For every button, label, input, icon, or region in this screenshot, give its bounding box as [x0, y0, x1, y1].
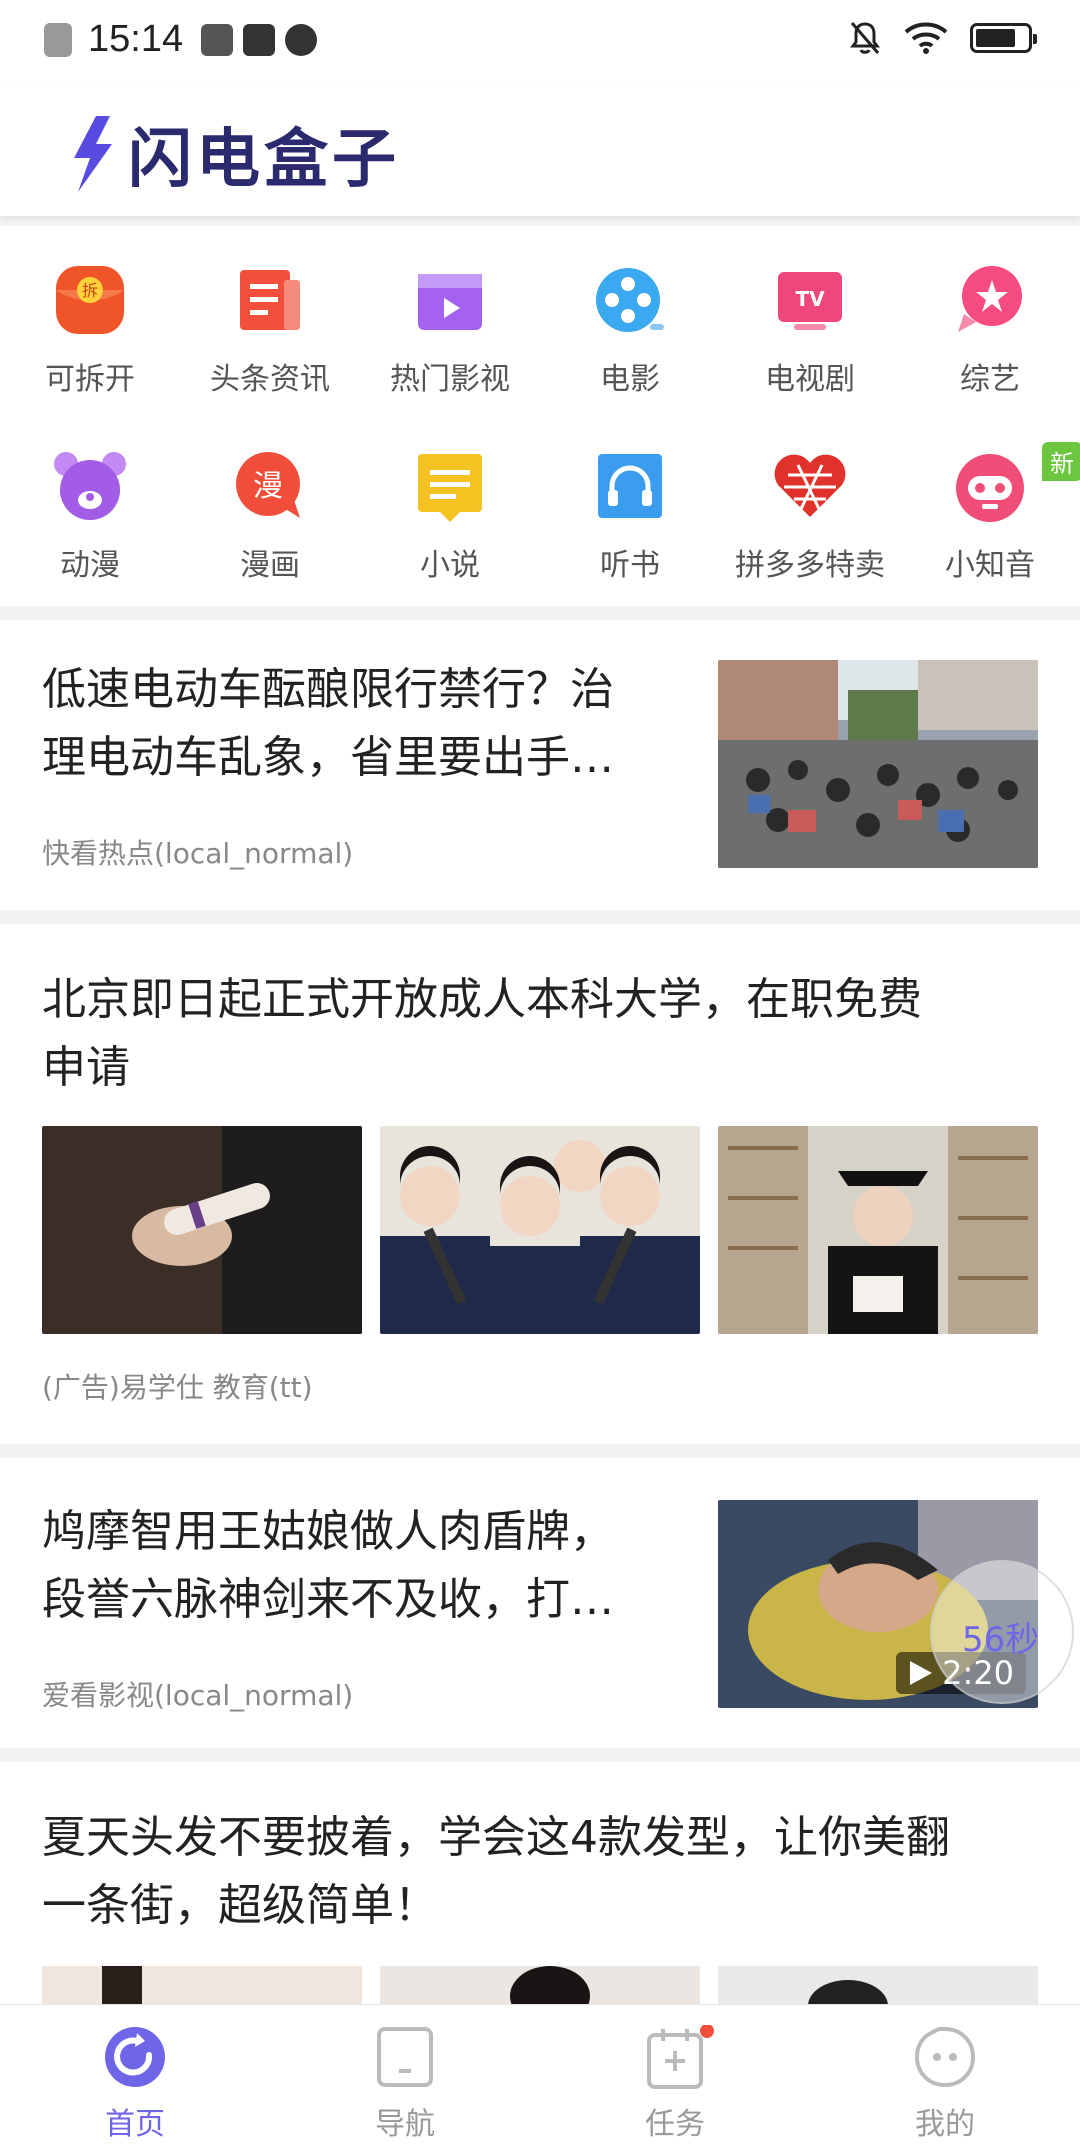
app-header: 闪电盒子	[0, 84, 1080, 216]
grid-label: 头条资讯	[210, 362, 330, 397]
grid-label: 可拆开	[45, 362, 135, 397]
news-source: 快看热点(local_normal)	[42, 837, 354, 870]
variety-star-icon	[952, 262, 1028, 338]
timer-text: 56秒	[962, 1620, 1040, 1660]
red-envelope-icon: 拆	[52, 262, 128, 338]
nav-label: 任务	[645, 2107, 705, 2142]
grid-item-movie[interactable]: 电影	[540, 262, 720, 398]
profile-icon	[913, 2025, 977, 2089]
comic-glyph: 漫	[253, 469, 283, 504]
news-card[interactable]: 低速电动车酝酿限行禁行？治 理电动车乱象，省里要出手… 快看热点(local_n…	[0, 620, 1080, 910]
bear-icon	[52, 448, 128, 524]
grid-label: 拼多多特卖	[735, 548, 885, 583]
nav-home[interactable]: 首页	[45, 2025, 225, 2143]
pinduoduo-heart-icon	[772, 448, 848, 524]
news-card[interactable]: 北京即日起正式开放成人本科大学，在职免费 申请 (广告)易学仕 教育(tt)	[0, 924, 1080, 1444]
grid-item-tv-series[interactable]: TV 电视剧	[720, 262, 900, 398]
grid-item-pinduoduo[interactable]: 拼多多特卖	[720, 448, 900, 584]
robot-icon: 新	[952, 442, 1080, 524]
home-icon	[103, 2025, 167, 2089]
news-thumbnail	[42, 1126, 362, 1334]
grid-label: 动漫	[60, 548, 120, 583]
grid-item-novel[interactable]: 小说	[360, 448, 540, 584]
app-logo: 闪电盒子	[70, 108, 400, 200]
news-thumbnail	[718, 1126, 1038, 1334]
lightning-icon	[74, 116, 112, 192]
grid-item-audiobook[interactable]: 听书	[540, 448, 720, 584]
film-reel-icon	[592, 262, 668, 338]
grid-item-hot-videos[interactable]: 热门影视	[360, 262, 540, 398]
news-card[interactable]: 夏天头发不要披着，学会这4款发型，让你美翻 一条街，超级简单！	[0, 1762, 1080, 2004]
grid-item-xiaozhiyin[interactable]: 新 小知音	[900, 442, 1080, 584]
svg-text:TV: TV	[795, 287, 825, 311]
news-thumbnail	[42, 1966, 362, 2004]
news-thumbnail	[380, 1126, 700, 1334]
novel-icon	[412, 448, 488, 524]
play-icon	[910, 1661, 933, 1685]
news-title: 北京即日起正式开放成人本科大学，在职免费 申请	[42, 974, 922, 1093]
grid-label: 综艺	[960, 362, 1020, 397]
grid-label: 电影	[600, 362, 660, 397]
news-thumbnail	[718, 660, 1038, 868]
gauge-icon	[285, 23, 318, 56]
navigation-icon	[373, 2025, 437, 2089]
nav-tasks[interactable]: 任务	[585, 2024, 765, 2143]
comic-icon: 漫	[232, 448, 308, 524]
grid-item-anime[interactable]: 动漫	[0, 448, 180, 584]
news-card[interactable]: 鸠摩智用王姑娘做人肉盾牌， 段誉六脉神剑来不及收，打… 爱看影视(local_n…	[0, 1458, 1080, 1748]
bottom-navigation: 首页 导航 任务 我的	[0, 2004, 1080, 2155]
tv-icon: TV	[772, 262, 848, 338]
news-thumbnail	[718, 1966, 1038, 2004]
nav-label: 首页	[105, 2107, 165, 2142]
grid-label: 电视剧	[765, 362, 855, 397]
mail-icon	[243, 23, 276, 56]
grid-label: 漫画	[240, 548, 300, 583]
new-badge: 新	[1042, 442, 1080, 481]
nav-label: 我的	[915, 2107, 975, 2142]
grid-label: 热门影视	[390, 362, 510, 397]
grid-label: 小知音	[945, 548, 1035, 583]
nav-navigation[interactable]: 导航	[315, 2025, 495, 2143]
grid-label: 小说	[420, 548, 480, 583]
wifi-icon	[904, 22, 948, 54]
news-thumbnail	[380, 1966, 700, 2004]
app-close-notification-icon	[44, 22, 72, 57]
news-title: 夏天头发不要披着，学会这4款发型，让你美翻 一条街，超级简单！	[42, 1812, 950, 1931]
news-title: 鸠摩智用王姑娘做人肉盾牌， 段誉六脉神剑来不及收，打…	[42, 1506, 614, 1625]
news-source: (广告)易学仕 教育(tt)	[42, 1371, 313, 1404]
reading-timer-bubble[interactable]: 56秒	[930, 1560, 1074, 1704]
app-title: 闪电盒子	[128, 123, 400, 197]
headphones-icon	[592, 448, 668, 524]
grid-item-comic[interactable]: 漫 漫画	[180, 448, 360, 584]
status-time: 15:14	[88, 18, 184, 60]
nav-label: 导航	[375, 2107, 435, 2142]
grid-item-toutiao[interactable]: 头条资讯	[180, 262, 360, 398]
task-icon	[643, 2024, 714, 2089]
nav-profile[interactable]: 我的	[855, 2025, 1035, 2143]
category-grid: 拆 可拆开 头条资讯 热门影视 电影 TV 电视剧 综艺 动漫 漫 漫画 小说 …	[0, 226, 1080, 606]
news-source: 爱看影视(local_normal)	[42, 1679, 354, 1712]
bell-off-icon	[850, 22, 880, 54]
battery-icon	[970, 23, 1037, 53]
svg-text:拆: 拆	[82, 281, 98, 300]
news-title: 低速电动车酝酿限行禁行？治 理电动车乱象，省里要出手…	[42, 664, 614, 783]
grid-item-kechaikai[interactable]: 拆 可拆开	[0, 262, 180, 398]
news-icon	[232, 262, 308, 338]
notification-icon	[201, 23, 234, 56]
video-clapper-icon	[412, 262, 488, 338]
status-bar: 15:14	[0, 0, 1080, 84]
grid-item-variety[interactable]: 综艺	[900, 262, 1080, 398]
grid-label: 听书	[600, 548, 660, 583]
